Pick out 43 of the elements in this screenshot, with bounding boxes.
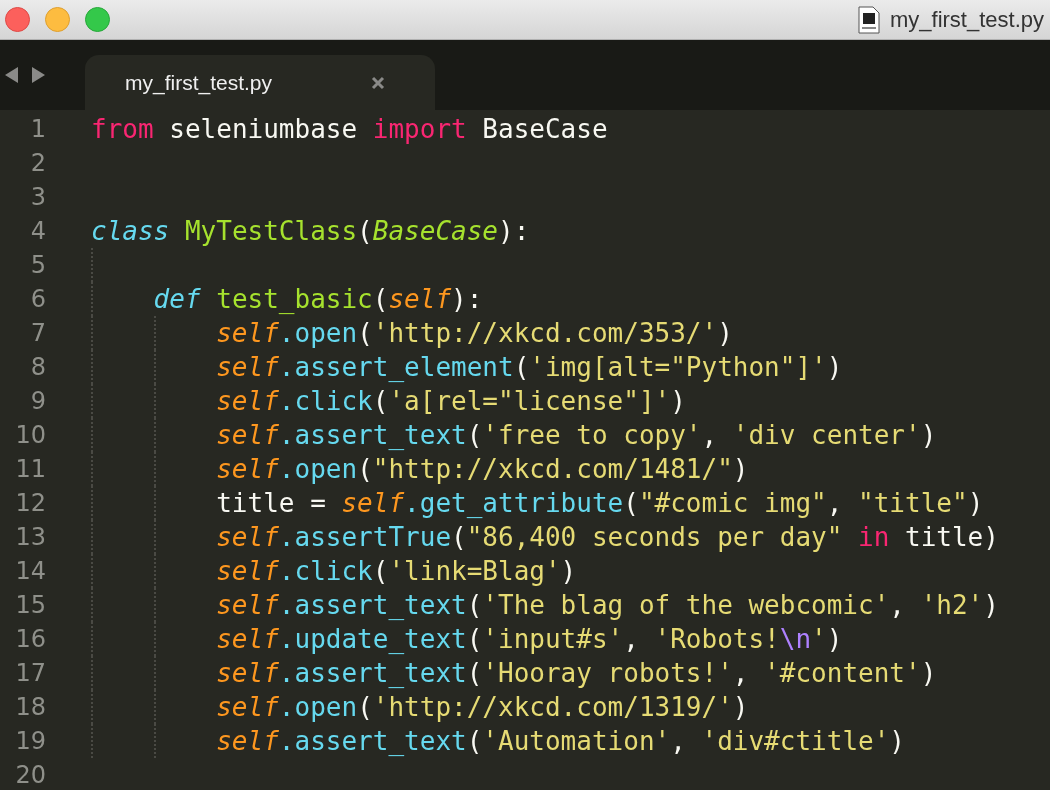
editor-tab[interactable]: my_first_test.py [85,55,435,110]
code-line: self.assert_text('free to copy', 'div center') [216,419,937,452]
line-number: 2 [30,148,46,179]
code-line: self.open('http://xkcd.com/353/') [216,317,733,350]
code-line: self.assert_text('Automation', 'div#ctitle') [216,725,905,758]
window-title: my_first_test.py [889,6,1044,34]
code-line: self.update_text('input#s', 'Robots!\n') [216,623,843,656]
code-line: self.open('http://xkcd.com/1319/') [216,691,749,724]
line-number: 4 [30,216,46,247]
code-line: self.open("http://xkcd.com/1481/") [216,453,749,486]
code-line: self.assertTrue("86,400 seconds per day" in title) [216,521,999,554]
line-number: 8 [30,352,46,383]
code-line: from seleniumbase import BaseCase [91,113,608,146]
line-number: 14 [15,556,46,587]
line-number: 7 [30,318,46,349]
line-number: 3 [30,182,46,213]
line-number: 5 [30,250,46,281]
code-line: self.click('a[rel="license"]') [216,385,686,418]
code-line: class MyTestClass(BaseCase): [91,215,530,248]
line-number: 10 [15,420,46,451]
line-number: 6 [30,284,46,315]
line-number: 18 [15,692,46,723]
code-line: self.assert_element('img[alt="Python"]') [216,351,843,384]
forward-arrow-icon[interactable] [31,67,45,83]
line-number: 17 [15,658,46,689]
close-icon[interactable] [371,75,385,90]
line-number: 12 [15,488,46,519]
line-number: 19 [15,726,46,757]
line-number: 9 [30,386,46,417]
line-number: 15 [15,590,46,621]
code-line: self.assert_text('Hooray robots!', '#content') [216,657,937,690]
line-number: 11 [15,454,46,485]
code-line: def test_basic(self): [153,283,483,316]
line-number: 13 [15,522,46,553]
file-icon [857,5,880,34]
line-number: 20 [15,760,46,790]
code-line: self.click('link=Blag') [216,555,577,588]
code-line: title = self.get_attribute("#comic img", "title") [216,487,984,520]
line-number: 1 [30,114,46,145]
close-button[interactable] [5,7,30,32]
line-number: 16 [15,624,46,655]
code-line: self.assert_text('The blag of the webcomic', 'h2') [216,589,999,622]
back-arrow-icon[interactable] [5,67,19,83]
